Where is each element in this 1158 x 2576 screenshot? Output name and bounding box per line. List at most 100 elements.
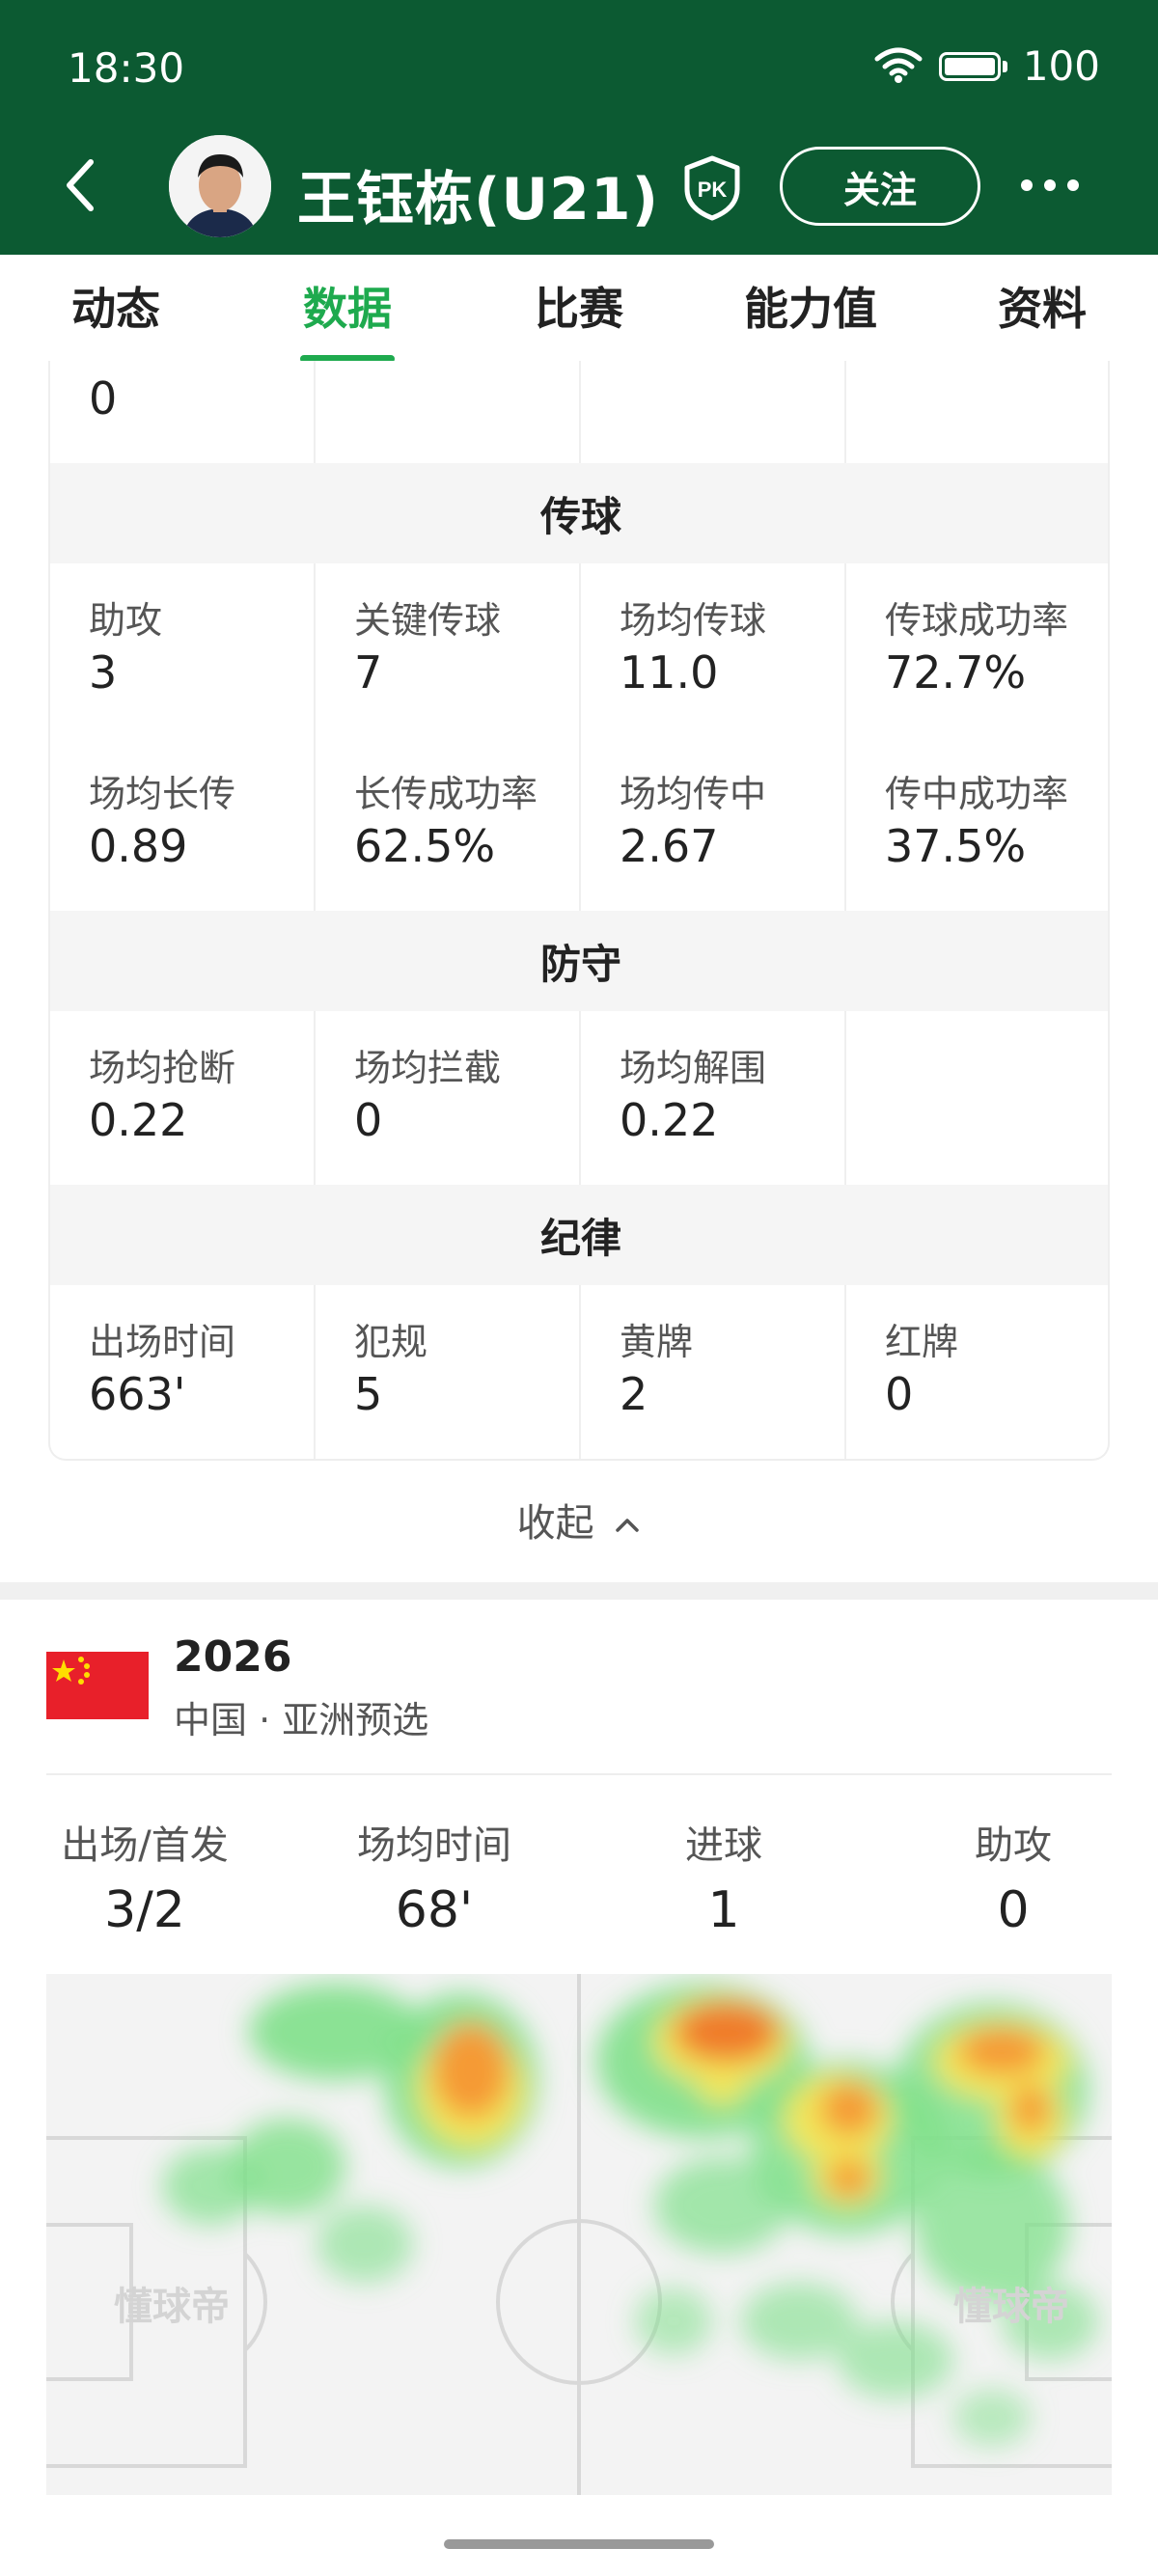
stat-value: 2 bbox=[620, 1368, 648, 1420]
stat-value: 2.67 bbox=[620, 820, 719, 872]
stat-label: 助攻 bbox=[89, 599, 163, 642]
summary-label: 助攻 bbox=[975, 1823, 1052, 1868]
competition-name: 中国 · 亚洲预选 bbox=[174, 1699, 429, 1741]
tab-profile[interactable]: 资料 bbox=[998, 274, 1087, 338]
stat-cell: 场均解围 0.22 bbox=[581, 1011, 846, 1185]
chevron-left-icon bbox=[67, 159, 94, 211]
summary-avg-minutes: 场均时间 68' bbox=[357, 1814, 511, 1939]
status-time: 18:30 bbox=[68, 44, 185, 92]
heatmap: 懂球帝 懂球帝 bbox=[46, 1974, 1112, 2495]
back-button[interactable] bbox=[58, 154, 104, 216]
pk-button[interactable]: PK bbox=[681, 154, 743, 222]
china-flag-icon bbox=[46, 1652, 149, 1719]
stat-label: 出场时间 bbox=[89, 1321, 236, 1363]
home-indicator[interactable] bbox=[444, 2539, 714, 2549]
summary-goals: 进球 1 bbox=[685, 1814, 762, 1939]
more-options-icon[interactable] bbox=[1021, 179, 1079, 191]
summary-value: 1 bbox=[707, 1881, 740, 1939]
stat-cell bbox=[581, 361, 846, 463]
collapse-button[interactable]: 收起 bbox=[0, 1492, 1158, 1548]
watermark-right: 懂球帝 bbox=[953, 2286, 1069, 2328]
divider bbox=[46, 1773, 1112, 1775]
tab-matches[interactable]: 比赛 bbox=[535, 274, 623, 338]
stat-cell: 场均长传 0.89 bbox=[50, 737, 316, 911]
summary-value: 68' bbox=[395, 1881, 474, 1939]
wifi-icon bbox=[873, 45, 924, 88]
heatmap-pitch: 懂球帝 懂球帝 bbox=[46, 1974, 1112, 2495]
stats-row: 场均抢断 0.22 场均拦截 0 场均解围 0.22 bbox=[50, 1011, 1108, 1185]
stat-cell: 场均传球 11.0 bbox=[581, 563, 846, 737]
heat-blobs bbox=[162, 1984, 1098, 2447]
competition-summary: 出场/首发 3/2 场均时间 68' 进球 1 助攻 0 bbox=[0, 1814, 1158, 1949]
stat-label: 红牌 bbox=[885, 1321, 959, 1363]
tab-feed[interactable]: 动态 bbox=[71, 274, 160, 338]
stat-value: 62.5% bbox=[354, 820, 496, 872]
stat-value: 3 bbox=[89, 646, 118, 699]
pk-shield-icon: PK bbox=[684, 155, 740, 221]
stat-value: 0.22 bbox=[89, 1094, 188, 1146]
stat-value: 0.89 bbox=[89, 820, 188, 872]
stat-label: 场均长传 bbox=[89, 773, 236, 815]
battery-icon bbox=[938, 51, 1001, 81]
stat-cell: 助攻 3 bbox=[50, 563, 316, 737]
stat-cell: 传球成功率 72.7% bbox=[846, 563, 1108, 737]
stat-cell: 红牌 0 bbox=[846, 1285, 1108, 1459]
stat-value: 5 bbox=[354, 1368, 383, 1420]
stat-label: 场均拦截 bbox=[354, 1047, 502, 1089]
summary-value: 3/2 bbox=[104, 1881, 185, 1939]
tab-data[interactable]: 数据 bbox=[303, 274, 392, 338]
app-header: 18:30 100 王钰栋(U21) PK 关注 bbox=[0, 0, 1158, 255]
stat-label: 场均传球 bbox=[620, 599, 767, 642]
stat-cell: 场均传中 2.67 bbox=[581, 737, 846, 911]
summary-label: 进球 bbox=[685, 1823, 762, 1868]
stat-cell bbox=[846, 361, 1108, 463]
stat-cell: 场均抢断 0.22 bbox=[50, 1011, 316, 1185]
stat-cell: 关键传球 7 bbox=[316, 563, 581, 737]
player-avatar[interactable] bbox=[169, 135, 271, 237]
stat-label: 黄牌 bbox=[620, 1321, 694, 1363]
tab-ability[interactable]: 能力值 bbox=[744, 274, 877, 338]
summary-appearances: 出场/首发 3/2 bbox=[61, 1814, 228, 1939]
stat-value: 37.5% bbox=[885, 820, 1027, 872]
stat-cell: 出场时间 663' bbox=[50, 1285, 316, 1459]
stat-value: 663' bbox=[89, 1368, 186, 1420]
status-icons: 100 bbox=[873, 42, 1100, 90]
competition-year: 2026 bbox=[174, 1632, 292, 1682]
section-divider bbox=[0, 1582, 1158, 1600]
stat-label: 关键传球 bbox=[354, 599, 502, 642]
pk-label: PK bbox=[698, 178, 728, 202]
summary-label: 场均时间 bbox=[357, 1823, 511, 1868]
stat-cell: 0 bbox=[50, 361, 316, 463]
stat-label: 犯规 bbox=[354, 1321, 428, 1363]
stat-value: 7 bbox=[354, 646, 383, 699]
stats-row: 助攻 3 关键传球 7 场均传球 11.0 传球成功率 72.7% bbox=[50, 563, 1108, 737]
stat-label: 长传成功率 bbox=[354, 773, 538, 815]
stat-cell: 传中成功率 37.5% bbox=[846, 737, 1108, 911]
stat-cell: 犯规 5 bbox=[316, 1285, 581, 1459]
stat-cell bbox=[846, 1011, 1108, 1185]
section-title-discipline: 纪律 bbox=[50, 1185, 1108, 1285]
player-name: 王钰栋(U21) bbox=[297, 166, 660, 233]
stat-value: 0 bbox=[885, 1368, 914, 1420]
stat-value: 0 bbox=[89, 372, 118, 425]
stat-label: 场均解围 bbox=[620, 1047, 767, 1089]
section-title-passing: 传球 bbox=[50, 463, 1108, 563]
follow-button[interactable]: 关注 bbox=[780, 147, 980, 226]
stat-cell: 长传成功率 62.5% bbox=[316, 737, 581, 911]
summary-value: 0 bbox=[997, 1881, 1030, 1939]
stat-cell: 场均拦截 0 bbox=[316, 1011, 581, 1185]
collapse-label: 收起 bbox=[516, 1501, 594, 1546]
chevron-up-icon bbox=[616, 1519, 640, 1532]
stat-value: 72.7% bbox=[885, 646, 1027, 699]
battery-level: 100 bbox=[1022, 42, 1100, 90]
battery-tip bbox=[1002, 60, 1007, 72]
summary-label: 出场/首发 bbox=[61, 1823, 229, 1868]
stats-row: 场均长传 0.89 长传成功率 62.5% 场均传中 2.67 传中成功率 37.5% bbox=[50, 737, 1108, 911]
stat-label: 场均传中 bbox=[620, 773, 767, 815]
stat-label: 传球成功率 bbox=[885, 599, 1069, 642]
section-title-defense: 防守 bbox=[50, 911, 1108, 1011]
summary-assists: 助攻 0 bbox=[975, 1814, 1052, 1939]
stat-value: 0 bbox=[354, 1094, 383, 1146]
stat-value: 11.0 bbox=[620, 646, 719, 699]
stats-row: 出场时间 663' 犯规 5 黄牌 2 红牌 0 bbox=[50, 1285, 1108, 1459]
